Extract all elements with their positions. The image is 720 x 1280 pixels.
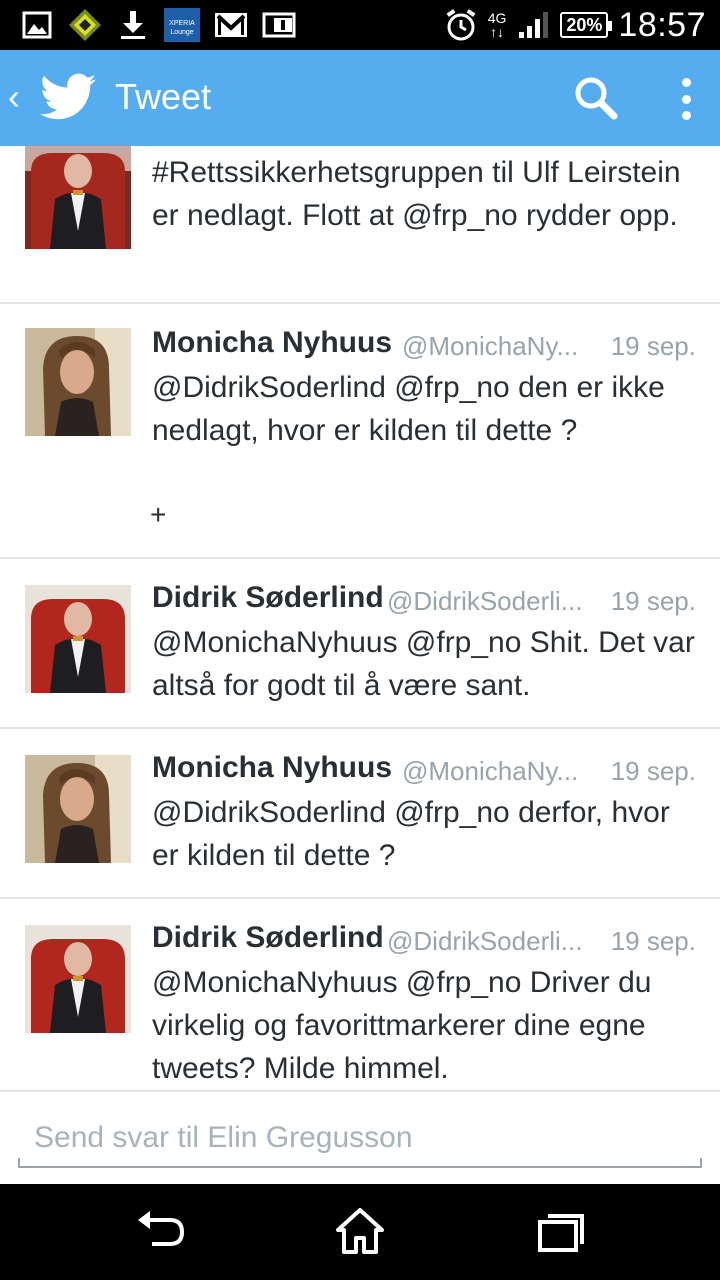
avatar[interactable] [25, 328, 131, 436]
network-type: 4G [487, 10, 507, 26]
overflow-menu-icon[interactable] [668, 74, 704, 124]
search-icon[interactable] [570, 72, 622, 124]
tweet-header: Monicha Nyhuus @MonichaNy... 19 sep. [152, 751, 696, 791]
status-bar: XPERIA Lounge 4G ↑↓ 20% 18:57 [0, 0, 720, 50]
tweet-header: Didrik Søderlind @DidrikSoderli... 19 se… [152, 921, 696, 961]
signal-icon [516, 8, 550, 42]
author-name[interactable]: Didrik Søderlind [152, 581, 384, 614]
author-handle[interactable]: @DidrikSoderli... [387, 926, 582, 957]
reply-bar: Send svar til Elin Gregusson [0, 1090, 720, 1184]
author-name[interactable]: Monicha Nyhuus [152, 751, 392, 784]
gallery-icon [20, 8, 54, 42]
avatar[interactable] [25, 925, 131, 1033]
back-icon[interactable] [130, 1206, 190, 1258]
avatar[interactable] [25, 755, 131, 863]
notification-icon [262, 8, 296, 42]
recents-icon[interactable] [530, 1206, 590, 1258]
notification-icons: XPERIA Lounge [20, 7, 296, 43]
tweet-text: @DidrikSoderlind @frp_no derfor, hvor er… [152, 796, 670, 872]
tweet-date: 19 sep. [610, 331, 696, 361]
tweet-item[interactable]: Monicha Nyhuus @MonichaNy... 19 sep. @Di… [0, 729, 720, 899]
plus-icon[interactable]: + [150, 499, 166, 531]
tweet-text: @MonichaNyhuus @frp_no Driver du virkeli… [152, 966, 652, 1085]
tweet-list[interactable]: #Rettssikkerhetsgruppen til Ulf Leirstei… [0, 146, 720, 1090]
tweet-item[interactable]: Didrik Søderlind @DidrikSoderli... 19 se… [0, 899, 720, 1090]
avatar[interactable] [25, 585, 131, 693]
tweet-header: Monicha Nyhuus @MonichaNy... 19 sep. [152, 326, 696, 366]
home-icon[interactable] [330, 1206, 390, 1258]
clock: 18:57 [618, 5, 706, 44]
tweet-date: 19 sep. [610, 756, 696, 786]
data-arrows-icon: ↑↓ [490, 24, 505, 40]
xperia-lounge-icon: XPERIA Lounge [164, 8, 200, 42]
battery-icon: 20% [560, 12, 613, 38]
tweet-date: 19 sep. [610, 926, 696, 956]
author-handle[interactable]: @MonichaNy... [402, 331, 578, 362]
author-handle[interactable]: @DidrikSoderli... [387, 586, 582, 617]
system-status: 4G ↑↓ 20% 18:57 [444, 0, 706, 50]
battery-level: 20% [566, 14, 603, 35]
author-name[interactable]: Monicha Nyhuus [152, 326, 392, 359]
tweet-date: 19 sep. [610, 586, 696, 616]
back-chevron-icon[interactable]: ‹ [8, 76, 20, 118]
author-handle[interactable]: @MonichaNy... [402, 756, 578, 787]
reply-input[interactable]: Send svar til Elin Gregusson [18, 1118, 702, 1168]
gmail-icon [214, 8, 248, 42]
tweet-item[interactable]: #Rettssikkerhetsgruppen til Ulf Leirstei… [0, 146, 720, 304]
author-name[interactable]: Didrik Søderlind [152, 921, 384, 954]
action-bar: ‹ Tweet [0, 50, 720, 146]
twitter-bird-icon[interactable] [40, 72, 96, 122]
network-indicator: 4G ↑↓ [488, 11, 507, 39]
download-icon [116, 8, 150, 42]
app-icon [68, 8, 102, 42]
alarm-icon [444, 8, 478, 42]
tweet-header: Didrik Søderlind @DidrikSoderli... 19 se… [152, 581, 696, 621]
tweet-text: @MonichaNyhuus @frp_no Shit. Det var alt… [152, 626, 695, 702]
tweet-text: @DidrikSoderlind @frp_no den er ikke ned… [152, 371, 665, 447]
navigation-bar [0, 1184, 720, 1280]
tweet-text: #Rettssikkerhetsgruppen til Ulf Leirstei… [152, 156, 681, 232]
tweet-item[interactable]: Monicha Nyhuus @MonichaNy... 19 sep. @Di… [0, 304, 720, 559]
avatar[interactable] [25, 146, 131, 249]
page-title: Tweet [115, 76, 212, 117]
tweet-item[interactable]: Didrik Søderlind @DidrikSoderli... 19 se… [0, 559, 720, 729]
